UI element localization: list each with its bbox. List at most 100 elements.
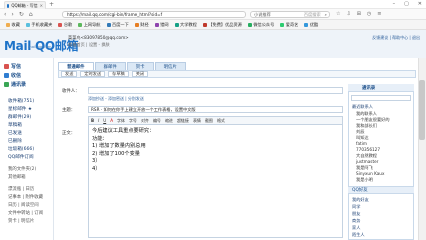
folder-subscriptions[interactable]: QQ邮件订阅 (8, 154, 34, 160)
search-icon[interactable]: ⌕ (325, 12, 327, 17)
folder-drafts[interactable]: 草稿箱 (8, 122, 22, 128)
folder-inbox[interactable]: 收件箱(751) (8, 98, 34, 104)
hyperlink-button[interactable]: 超链接 (177, 118, 189, 124)
star-icon[interactable]: ☆ (336, 10, 340, 19)
friend-group[interactable]: 陌生人 (352, 232, 365, 238)
new-tab-button[interactable]: + (49, 1, 54, 8)
contact-item[interactable]: 我是小明 (356, 177, 373, 183)
tab-group-mail[interactable]: 群邮件 (94, 62, 126, 70)
window-controls: – ▢ ✕ (393, 0, 422, 8)
download-icon[interactable]: ⇩ (346, 10, 350, 19)
send-button[interactable]: 发送 (61, 71, 78, 77)
mail-sidebar: 写信 收信 通讯录 收件箱(751) 星标邮件 ★ 群邮件(29) 草稿箱 已发… (0, 58, 54, 240)
folder-group[interactable]: 群邮件(29) (8, 114, 31, 120)
friend-group[interactable]: 我的好友 (352, 197, 369, 203)
bookmarks-bar: 收藏 手机收藏夹 谷歌 上网导航 百度一下 财经 猎网 大学教程 【免费】优品资… (0, 20, 426, 30)
bookmark-item[interactable]: 手机收藏夹 (25, 22, 52, 28)
browser-tab[interactable]: QQ邮箱 - 写信 ✕ (4, 1, 46, 9)
close-button[interactable]: 关闭 (131, 71, 149, 77)
folder-sent[interactable]: 已发送 (8, 130, 22, 136)
save-draft-button[interactable]: 存草稿 (108, 71, 129, 77)
user-links[interactable]: 邮箱首页 | 设置 - 换肤 (68, 42, 110, 48)
tab-greeting-card[interactable]: 贺卡 (126, 62, 154, 70)
extension-icon[interactable]: ⊞ (357, 10, 361, 19)
body-line: 功能： (92, 135, 108, 142)
screenshot-button[interactable]: 截图 (205, 118, 213, 124)
home-icon[interactable]: ⌂ (29, 10, 33, 19)
friend-group[interactable]: 商务 (352, 218, 360, 224)
close-tab-icon[interactable]: ✕ (40, 3, 43, 8)
contacts-search-input[interactable] (351, 95, 411, 101)
browser-menu-icons: ☆ ⇩ ⊞ ◷ ≡ (336, 10, 381, 19)
numbering-button[interactable]: 编号 (153, 118, 161, 124)
subject-input[interactable]: RSR · 如何在你手上建立开放一个工作表格，设置中文版 (88, 106, 343, 113)
menu-icon[interactable]: ≡ (377, 10, 381, 19)
scrollbar-thumb[interactable] (419, 80, 425, 140)
folder-starred[interactable]: 星标邮件 ★ (8, 106, 32, 112)
contact-item[interactable]: Sinyxun Kaux (356, 171, 384, 176)
bookmark-item[interactable]: 优酷 (304, 22, 318, 28)
compose-button[interactable]: 写信 (4, 62, 50, 70)
bookmark-item[interactable]: 爱奇艺 (280, 22, 298, 28)
history-icon[interactable]: ◷ (367, 10, 371, 19)
add-cc-links[interactable]: 添加抄送 - 添加密送 | 分别发送 (88, 96, 144, 102)
bookmark-item[interactable]: 上网导航 (78, 22, 101, 28)
inbox-button[interactable]: 收信 (4, 71, 50, 79)
friend-group[interactable]: 同学 (352, 204, 360, 210)
bookmark-item[interactable]: 谷歌 (58, 22, 72, 28)
indent-button[interactable]: 缩进 (165, 118, 173, 124)
contact-item[interactable]: 770356127 (356, 147, 380, 152)
address-bar[interactable]: https://mail.qq.com/cgi-bin/frame_html?s… (62, 11, 246, 18)
bookmark-item[interactable]: 猎网 (154, 22, 169, 28)
browser-search-box[interactable]: 小说推荐 百度搜索 ⌕ (250, 11, 330, 18)
qq-mail-favicon (7, 3, 10, 8)
align-button[interactable]: 对齐 (141, 118, 149, 124)
tab-postcard[interactable]: 明信片 (154, 62, 186, 70)
scheduled-send-button[interactable]: 定时发送 (80, 71, 106, 77)
tab-title: QQ邮箱 - 写信 (11, 2, 38, 8)
bookmark-item[interactable]: 收藏 (6, 22, 20, 28)
font-color-button[interactable]: A (110, 118, 113, 123)
contact-item[interactable]: fatim (356, 141, 367, 146)
bookmark-item[interactable]: 微信公众号 (247, 22, 274, 28)
friend-group[interactable]: 家人 (352, 225, 360, 231)
body-line: 3） (92, 158, 101, 164)
bookmark-item[interactable]: 财经 (134, 22, 149, 28)
bookmark-item[interactable]: 大学教程 (174, 22, 197, 28)
close-window-icon[interactable]: ✕ (418, 0, 422, 8)
folder-my-folders[interactable]: 我的文件夹(2) (8, 166, 36, 172)
app-calendar[interactable]: 日历 | 阅读空间 (8, 202, 39, 208)
friend-group[interactable]: 朋友 (352, 211, 360, 217)
italic-button[interactable]: I (98, 118, 99, 123)
to-input[interactable] (88, 87, 343, 94)
bold-button[interactable]: B (91, 118, 94, 123)
bookmark-item[interactable]: 【免费】优品资源 (202, 22, 242, 28)
bookmark-item[interactable]: 百度一下 (106, 22, 129, 28)
top-links[interactable]: 反馈建议 | 帮助中心 | 退出 (372, 35, 420, 41)
forward-icon[interactable]: › (11, 10, 13, 19)
font-size-button[interactable]: 字号 (129, 118, 137, 124)
contact-group[interactable]: 最近联系人 (352, 104, 373, 110)
underline-button[interactable]: U (103, 118, 106, 123)
format-button[interactable]: 格式 (217, 118, 225, 124)
folder-deleted[interactable]: 已删除 (8, 138, 22, 144)
nav-buttons: ‹ › ↻ ⌂ (4, 10, 33, 19)
contacts-button[interactable]: 通讯录 (4, 80, 50, 88)
app-notes[interactable]: 记事本 | 附件收藏 (8, 194, 43, 200)
logo-subtitle: mail.qq.com (28, 44, 52, 49)
minimize-icon[interactable]: – (393, 0, 396, 8)
emoji-button[interactable]: 表情 (193, 118, 201, 124)
app-drift-bottle[interactable]: 漂流瓶 | 日历 (8, 186, 34, 192)
app-cards[interactable]: 贺卡 | 明信片 (8, 218, 34, 224)
maximize-icon[interactable]: ▢ (404, 0, 409, 8)
contact-item[interactable]: justmaster (356, 159, 378, 164)
app-file-transfer[interactable]: 文件中转站 | 订阅 (8, 210, 43, 216)
refresh-icon[interactable]: ↻ (19, 10, 24, 19)
search-engine-label: 小说推荐 (254, 11, 271, 17)
back-icon[interactable]: ‹ (4, 10, 6, 19)
folder-spam[interactable]: 垃圾箱(666) (8, 146, 34, 152)
tab-normal-mail[interactable]: 普通邮件 (58, 62, 94, 70)
folder-other-mailbox[interactable]: 其他邮箱 (8, 174, 26, 180)
font-family-button[interactable]: 字体 (117, 118, 125, 124)
mail-body-editor[interactable]: 今后建议工具重点要研究： 功能： 1) 增加了数量内别总用 2) 增加了100个… (88, 125, 343, 238)
